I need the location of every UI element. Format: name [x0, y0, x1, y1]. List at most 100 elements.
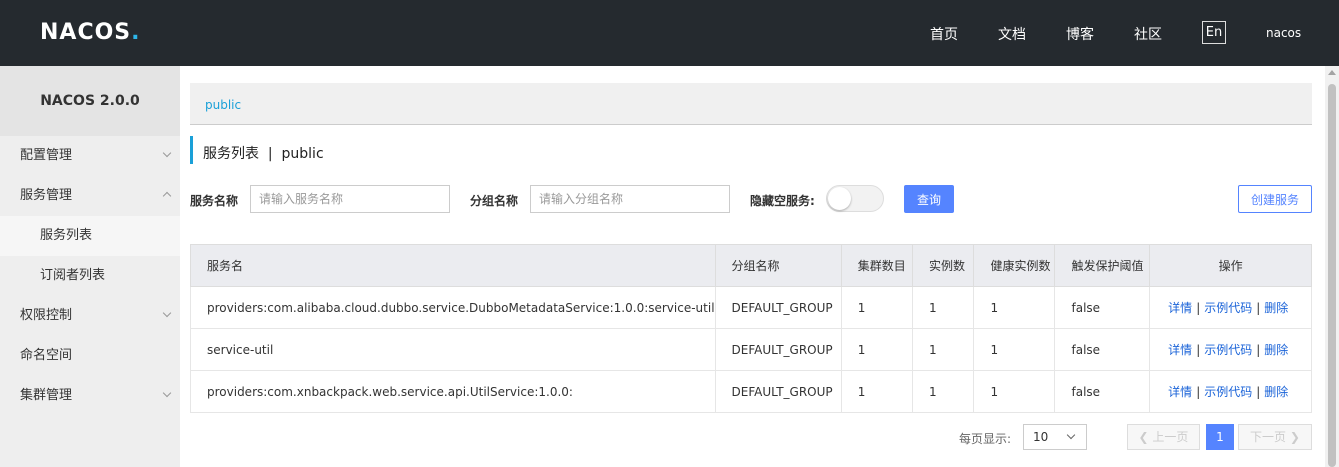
sidebar-item-label: 命名空间: [20, 348, 73, 363]
separator: |: [1196, 343, 1201, 357]
service-name-label: 服务名称: [190, 194, 239, 208]
scroll-up-arrow-icon[interactable]: [1328, 70, 1336, 75]
page-button-current[interactable]: 1: [1206, 424, 1234, 450]
service-name-input[interactable]: [250, 185, 450, 213]
prev-page-button[interactable]: ❮ 上一页: [1127, 424, 1200, 450]
create-service-button[interactable]: 创建服务: [1238, 185, 1312, 213]
cell-healthy-count: 1: [973, 286, 1056, 329]
cell-group-name: DEFAULT_GROUP: [714, 328, 842, 371]
sidebar: NACOS 2.0.0 配置管理 服务管理 服务列表 订阅者列表 权限控制 命名…: [0, 66, 180, 467]
group-name-input[interactable]: [530, 185, 730, 213]
cell-operations: 详情 | 示例代码 | 删除: [1149, 370, 1312, 413]
nacos-logo[interactable]: NACOS.: [40, 20, 141, 45]
sidebar-item-label: 配置管理: [20, 148, 73, 163]
cell-instance-count: 1: [911, 328, 975, 371]
sidebar-item-label: 服务管理: [20, 188, 73, 203]
hide-empty-label: 隐藏空服务:: [750, 194, 815, 208]
nav-docs[interactable]: 文档: [998, 24, 1026, 44]
chevron-left-icon: ❮: [1138, 430, 1153, 444]
top-header: NACOS. 首页 文档 博客 社区 En nacos: [0, 0, 1339, 66]
col-operations: 操作: [1149, 244, 1312, 287]
col-protect-threshold: 触发保护阈值: [1054, 244, 1151, 287]
service-table: 服务名 分组名称 集群数目 实例数 健康实例数 触发保护阈值 操作 provid…: [190, 244, 1312, 413]
separator: |: [1256, 301, 1261, 315]
cell-service-name: providers:com.alibaba.cloud.dubbo.servic…: [190, 286, 716, 329]
hide-empty-toggle[interactable]: [826, 185, 884, 212]
table-row: service-util DEFAULT_GROUP 1 1 1 false 详…: [190, 328, 1312, 371]
separator: |: [1256, 385, 1261, 399]
chevron-down-icon: [162, 388, 172, 398]
sidebar-title: NACOS 2.0.0: [0, 66, 180, 136]
nav-community[interactable]: 社区: [1134, 24, 1162, 44]
query-button[interactable]: 查询: [904, 185, 954, 213]
sidebar-item-config[interactable]: 配置管理: [0, 136, 180, 176]
chevron-down-icon: [162, 308, 172, 318]
sample-code-link[interactable]: 示例代码: [1204, 343, 1252, 357]
group-name-label: 分组名称: [470, 194, 519, 208]
sidebar-item-subscribers[interactable]: 订阅者列表: [0, 256, 180, 296]
cell-group-name: DEFAULT_GROUP: [714, 286, 842, 329]
separator: |: [1196, 385, 1201, 399]
cell-healthy-count: 1: [973, 328, 1056, 371]
delete-link[interactable]: 删除: [1264, 343, 1288, 357]
chevron-right-icon: ❯: [1286, 430, 1300, 444]
detail-link[interactable]: 详情: [1168, 301, 1192, 315]
col-instance-count: 实例数: [911, 244, 975, 287]
sidebar-item-label: 权限控制: [20, 308, 73, 323]
cell-instance-count: 1: [911, 286, 975, 329]
chevron-down-icon: [162, 148, 172, 158]
cell-group-name: DEFAULT_GROUP: [714, 370, 842, 413]
sidebar-item-cluster[interactable]: 集群管理: [0, 376, 180, 416]
page-title: 服务列表 | public: [190, 136, 324, 164]
sample-code-link[interactable]: 示例代码: [1204, 385, 1252, 399]
cell-instance-count: 1: [911, 370, 975, 413]
col-healthy-count: 健康实例数: [973, 244, 1056, 287]
detail-link[interactable]: 详情: [1168, 343, 1192, 357]
nav-home[interactable]: 首页: [930, 24, 958, 44]
next-page-button[interactable]: 下一页 ❯: [1238, 424, 1312, 450]
prev-page-label: 上一页: [1152, 430, 1189, 444]
delete-link[interactable]: 删除: [1264, 385, 1288, 399]
cell-cluster-count: 1: [840, 286, 913, 329]
sidebar-item-label: 集群管理: [20, 388, 73, 403]
sidebar-item-namespace[interactable]: 命名空间: [0, 336, 180, 376]
table-row: providers:com.alibaba.cloud.dubbo.servic…: [190, 286, 1312, 329]
sidebar-item-label: 服务列表: [40, 228, 93, 243]
chevron-down-icon: [1066, 430, 1076, 440]
toggle-knob: [828, 187, 851, 210]
separator: |: [1256, 343, 1261, 357]
namespace-bar: public: [190, 83, 1312, 125]
language-toggle-button[interactable]: En: [1202, 21, 1226, 44]
col-service-name: 服务名: [190, 244, 716, 287]
user-name[interactable]: nacos: [1266, 26, 1301, 40]
page-size-value: 10: [1033, 430, 1049, 444]
col-group-name: 分组名称: [714, 244, 842, 287]
cell-healthy-count: 1: [973, 370, 1056, 413]
cell-protect-threshold: false: [1054, 286, 1151, 329]
sidebar-item-service-list[interactable]: 服务列表: [0, 216, 180, 256]
detail-link[interactable]: 详情: [1168, 385, 1192, 399]
sidebar-item-service[interactable]: 服务管理: [0, 176, 180, 216]
cell-cluster-count: 1: [840, 370, 913, 413]
delete-link[interactable]: 删除: [1264, 301, 1288, 315]
cell-service-name: providers:com.xnbackpack.web.service.api…: [190, 370, 716, 413]
separator: |: [1196, 301, 1201, 315]
namespace-public-link[interactable]: public: [205, 98, 241, 112]
page-size-select[interactable]: 10: [1023, 424, 1087, 450]
cell-service-name: service-util: [190, 328, 716, 371]
sample-code-link[interactable]: 示例代码: [1204, 301, 1252, 315]
sidebar-item-auth[interactable]: 权限控制: [0, 296, 180, 336]
sidebar-item-label: 订阅者列表: [40, 268, 106, 283]
chevron-up-icon: [162, 191, 172, 201]
page-size-label: 每页显示:: [959, 432, 1012, 446]
table-header-row: 服务名 分组名称 集群数目 实例数 健康实例数 触发保护阈值 操作: [190, 244, 1312, 287]
cell-protect-threshold: false: [1054, 328, 1151, 371]
cell-protect-threshold: false: [1054, 370, 1151, 413]
col-cluster-count: 集群数目: [840, 244, 913, 287]
next-page-label: 下一页: [1250, 430, 1287, 444]
table-row: providers:com.xnbackpack.web.service.api…: [190, 370, 1312, 413]
page-scrollbar[interactable]: [1325, 66, 1339, 467]
nav-blog[interactable]: 博客: [1066, 24, 1094, 44]
cell-operations: 详情 | 示例代码 | 删除: [1149, 328, 1312, 371]
scroll-thumb[interactable]: [1328, 84, 1336, 467]
